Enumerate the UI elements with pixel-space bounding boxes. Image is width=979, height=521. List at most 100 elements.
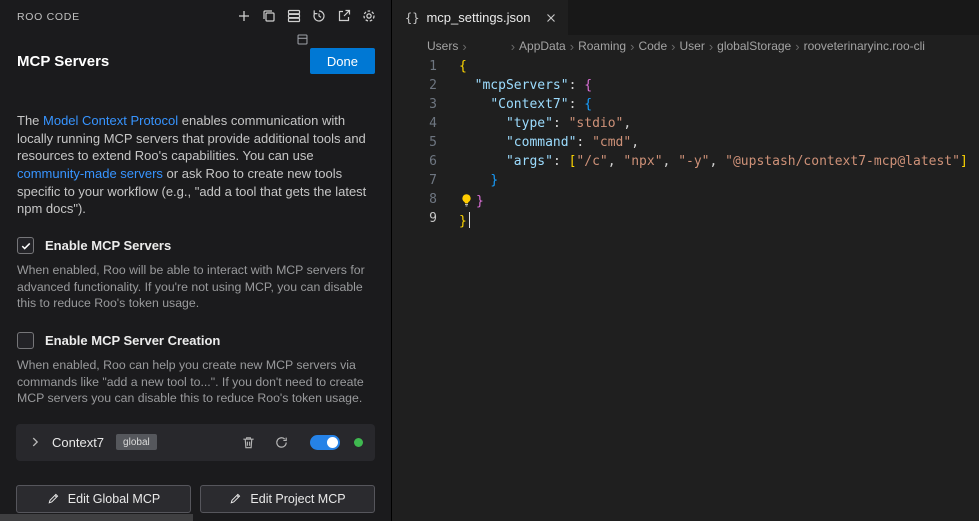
- pencil-icon: [47, 492, 60, 505]
- enable-mcp-creation-description: When enabled, Roo can help you create ne…: [17, 357, 374, 406]
- code-token: ,: [663, 154, 679, 169]
- code-token: [459, 135, 506, 150]
- line-number: 4: [393, 114, 437, 133]
- server-stack-icon[interactable]: [286, 8, 302, 24]
- panel-header-actions: [236, 8, 377, 24]
- inline-link[interactable]: Model Context Protocol: [43, 113, 178, 128]
- breadcrumb-segment[interactable]: User: [679, 39, 704, 53]
- copy-icon[interactable]: [261, 8, 277, 24]
- breadcrumb-separator: ›: [511, 39, 515, 54]
- code-editor[interactable]: 1{2 "mcpServers": {3 "Context7": {4 "typ…: [393, 57, 979, 228]
- code-token: "@upstash/context7-mcp@latest": [725, 154, 960, 169]
- intro-text: The: [17, 113, 43, 128]
- server-status-dot: [354, 438, 363, 447]
- breadcrumb-segment[interactable]: Code: [638, 39, 667, 53]
- panel-window-icon[interactable]: [296, 33, 309, 46]
- code-token: :: [553, 116, 569, 131]
- breadcrumb-segment[interactable]: rooveterinaryinc.roo-cli: [804, 39, 925, 53]
- code-line-content: "Context7": {: [459, 95, 592, 114]
- line-number: 6: [393, 152, 437, 171]
- edit-project-mcp-button[interactable]: Edit Project MCP: [200, 485, 375, 513]
- enable-mcp-servers-checkbox[interactable]: [17, 237, 34, 254]
- code-line: 1{: [393, 57, 979, 76]
- tab-mcp-settings-json[interactable]: {} mcp_settings.json: [393, 0, 568, 35]
- code-token: ,: [623, 116, 631, 131]
- code-token: }: [490, 173, 498, 188]
- history-icon[interactable]: [311, 8, 327, 24]
- tab-label: mcp_settings.json: [426, 10, 530, 25]
- intro-paragraph: The Model Context Protocol enables commu…: [17, 112, 374, 218]
- code-line-content: "type": "stdio",: [459, 114, 631, 133]
- line-number: 8: [393, 190, 437, 209]
- code-token: ,: [710, 154, 726, 169]
- chevron-right-icon[interactable]: [28, 435, 42, 449]
- refresh-icon[interactable]: [274, 435, 289, 450]
- plus-icon[interactable]: [236, 8, 252, 24]
- code-token: :: [569, 78, 585, 93]
- code-line-content: }: [459, 209, 470, 228]
- code-line: 8}: [393, 190, 979, 209]
- enable-mcp-creation-row: Enable MCP Server Creation: [17, 332, 374, 349]
- code-line: 2 "mcpServers": {: [393, 76, 979, 95]
- panel-title-row: MCP Servers Done: [17, 48, 375, 74]
- enable-mcp-servers-row: Enable MCP Servers: [17, 237, 374, 254]
- app-window: ROO CODE MCP Servers Done: [0, 0, 979, 521]
- code-token: [459, 173, 490, 188]
- code-line: 3 "Context7": {: [393, 95, 979, 114]
- enable-mcp-servers-label: Enable MCP Servers: [45, 238, 171, 253]
- server-name: Context7: [52, 435, 104, 450]
- server-row-context7[interactable]: Context7 global: [16, 424, 375, 461]
- code-token: :: [553, 154, 569, 169]
- enable-mcp-creation-label: Enable MCP Server Creation: [45, 333, 220, 348]
- panel-header: ROO CODE: [0, 0, 391, 34]
- code-token: [459, 116, 506, 131]
- code-line-content: }: [459, 190, 484, 209]
- open-in-editor-icon[interactable]: [336, 8, 352, 24]
- line-number: 9: [393, 209, 437, 228]
- horizontal-scrollbar-thumb[interactable]: [0, 514, 193, 521]
- edit-global-mcp-button[interactable]: Edit Global MCP: [16, 485, 191, 513]
- code-line-content: "args": ["/c", "npx", "-y", "@upstash/co…: [459, 152, 968, 171]
- breadcrumb-segment[interactable]: Users: [427, 39, 458, 53]
- code-token: "cmd": [592, 135, 631, 150]
- page-title: MCP Servers: [17, 53, 109, 70]
- code-line: 6 "args": ["/c", "npx", "-y", "@upstash/…: [393, 152, 979, 171]
- breadcrumb-segment[interactable]: AppData: [519, 39, 566, 53]
- inline-link[interactable]: community-made servers: [17, 166, 163, 181]
- code-token: "mcpServers": [475, 78, 569, 93]
- code-token: {: [459, 59, 467, 74]
- breadcrumb-segment[interactable]: globalStorage: [717, 39, 791, 53]
- code-token: "npx": [623, 154, 662, 169]
- breadcrumb: Users››AppData›Roaming›Code›User›globalS…: [393, 35, 979, 57]
- code-token: "stdio": [569, 116, 624, 131]
- breadcrumb-segment[interactable]: Roaming: [578, 39, 626, 53]
- json-file-icon: {}: [405, 11, 419, 25]
- enable-mcp-servers-description: When enabled, Roo will be able to intera…: [17, 262, 374, 311]
- code-line-content: }: [459, 171, 498, 190]
- line-number: 5: [393, 133, 437, 152]
- gear-icon[interactable]: [361, 8, 377, 24]
- code-line-content: {: [459, 57, 467, 76]
- text-cursor: [469, 212, 471, 228]
- server-scope-badge: global: [116, 434, 157, 450]
- edit-mcp-buttons: Edit Global MCP Edit Project MCP: [16, 485, 375, 513]
- code-token: :: [569, 97, 585, 112]
- code-token: "type": [506, 116, 553, 131]
- code-token: "-y": [678, 154, 709, 169]
- code-line: 7 }: [393, 171, 979, 190]
- code-token: {: [584, 78, 592, 93]
- code-token: {: [584, 97, 592, 112]
- enable-mcp-creation-checkbox[interactable]: [17, 332, 34, 349]
- close-tab-icon[interactable]: [544, 11, 558, 25]
- breadcrumb-separator: ›: [671, 39, 675, 54]
- code-token: ,: [631, 135, 639, 150]
- done-button[interactable]: Done: [310, 48, 375, 74]
- code-line-content: "command": "cmd",: [459, 133, 639, 152]
- breadcrumb-separator: ›: [462, 39, 466, 54]
- server-enabled-toggle[interactable]: [310, 435, 340, 450]
- code-line: 9}: [393, 209, 979, 228]
- lightbulb-icon[interactable]: [459, 190, 476, 211]
- line-number: 7: [393, 171, 437, 190]
- trash-icon[interactable]: [241, 435, 256, 450]
- editor-tab-bar: {} mcp_settings.json: [393, 0, 979, 35]
